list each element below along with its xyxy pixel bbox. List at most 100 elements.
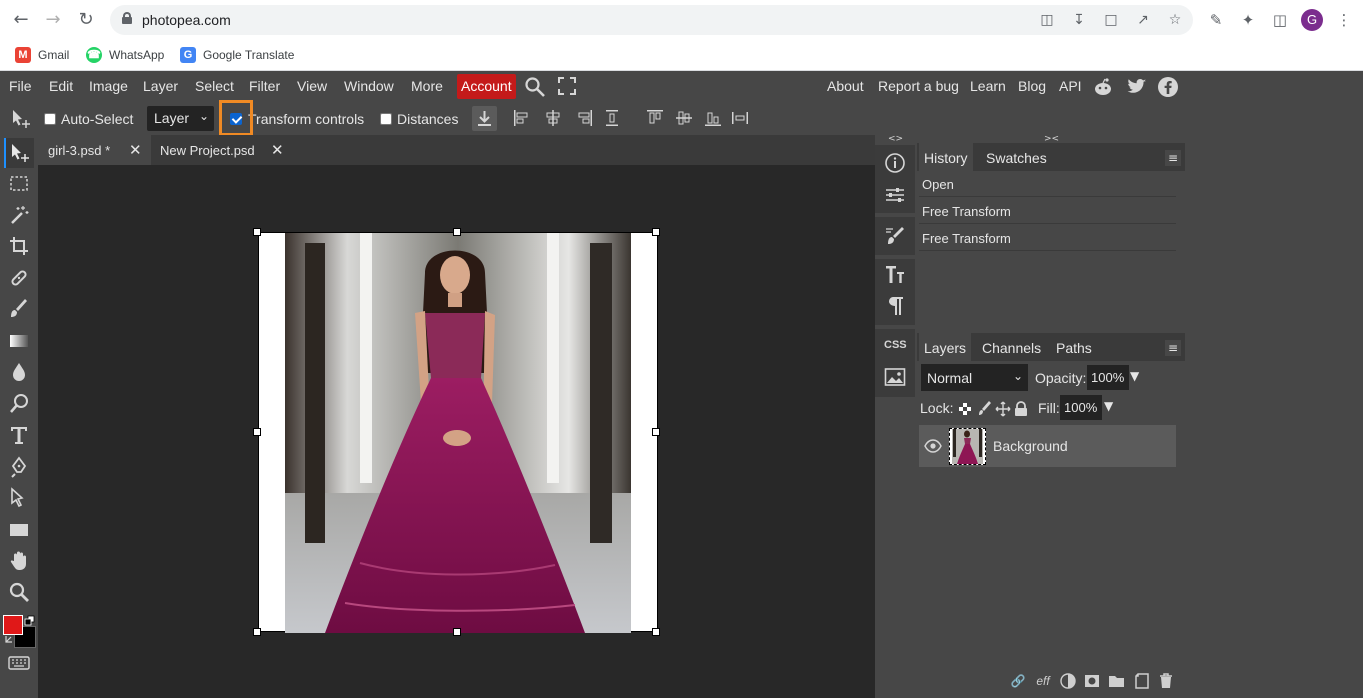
star-icon[interactable]: ☆ [1166,11,1184,29]
auto-select-target-select[interactable]: Layer ⌄ [147,106,214,131]
align-top-icon[interactable] [645,108,665,128]
share-icon[interactable]: ↗ [1134,11,1152,29]
document-canvas[interactable] [258,232,658,633]
tab-paths[interactable]: Paths [1056,340,1092,356]
bookmark-whatsapp[interactable]: ☎ WhatsApp [86,44,164,66]
reset-colors-icon[interactable] [4,635,14,645]
menu-window[interactable]: Window [344,78,394,94]
opacity-dropdown-icon[interactable]: ▼ [1130,369,1139,383]
character-icon[interactable] [884,263,906,287]
layer-row-background[interactable]: Background [919,425,1176,467]
link-blog[interactable]: Blog [1018,78,1046,94]
tab-channels[interactable]: Channels [982,340,1041,356]
adjustment-layer-icon[interactable] [1060,673,1076,689]
fill-input[interactable]: 100% [1060,395,1102,420]
auto-select-checkbox[interactable] [44,113,56,125]
layer-mask-icon[interactable] [1084,673,1100,689]
hand-tool[interactable] [4,546,34,576]
zoom-tool[interactable] [4,577,34,607]
chrome-menu-icon[interactable]: ⋮ [1334,10,1354,30]
bookmark-google-translate[interactable]: G Google Translate [180,44,294,66]
tab-layers[interactable]: Layers [919,333,972,361]
tab-swatches[interactable]: Swatches [986,150,1047,166]
history-row[interactable]: Free Transform [919,225,1176,251]
align-right-icon[interactable] [574,108,594,128]
new-group-folder-icon[interactable] [1108,673,1125,689]
layers-panel-menu-icon[interactable]: ≡ [1165,340,1181,356]
menu-more[interactable]: More [411,78,443,94]
close-icon[interactable]: ✕ [129,141,142,159]
menu-file[interactable]: File [9,78,32,94]
lock-transparency-icon[interactable] [958,402,972,416]
align-left-icon[interactable] [512,108,532,128]
lock-pixels-icon[interactable] [977,401,993,417]
menu-layer[interactable]: Layer [143,78,178,94]
search-icon[interactable] [524,76,546,98]
extensions-puzzle-icon[interactable]: ✦ [1238,10,1258,30]
transform-handle-top[interactable] [453,228,461,236]
gradient-tool[interactable] [4,326,34,356]
tab-new-project[interactable]: New Project.psd [150,135,265,165]
image-icon[interactable] [884,367,906,387]
transform-handle-bottom-right[interactable] [652,628,660,636]
install-app-icon[interactable]: ↧ [1070,11,1088,29]
link-learn[interactable]: Learn [970,78,1006,94]
fullscreen-icon[interactable] [557,76,577,96]
adjustments-icon[interactable] [884,185,906,205]
forward-icon[interactable]: → [41,8,65,32]
history-row[interactable]: Open [919,171,1176,197]
transform-handle-top-right[interactable] [652,228,660,236]
dodge-tool[interactable] [4,389,34,419]
fill-dropdown-icon[interactable]: ▼ [1104,399,1113,413]
eyedropper-extension-icon[interactable]: ✎ [1206,10,1226,30]
transform-handle-top-left[interactable] [253,228,261,236]
eye-icon[interactable] [924,439,942,453]
profile-avatar[interactable]: G [1301,9,1323,31]
lock-position-icon[interactable] [995,401,1011,417]
path-select-tool[interactable] [4,483,34,513]
close-icon[interactable]: ✕ [271,141,284,159]
align-middle-vertical-icon[interactable] [674,108,694,128]
rectangle-tool[interactable] [4,515,34,545]
menu-filter[interactable]: Filter [249,78,280,94]
bookmark-gmail[interactable]: M Gmail [15,44,69,66]
history-panel-menu-icon[interactable]: ≡ [1165,150,1181,166]
marquee-tool[interactable] [4,169,34,199]
blend-mode-select[interactable]: Normal ⌄ [921,364,1028,391]
twitter-icon[interactable] [1126,76,1148,98]
new-layer-icon[interactable] [1134,672,1150,690]
link-layers-icon[interactable]: 🔗 [1009,673,1027,689]
brush-settings-icon[interactable] [884,225,906,247]
distances-checkbox[interactable] [380,113,392,125]
tab-history[interactable]: History [919,143,973,171]
delete-layer-trash-icon[interactable] [1158,672,1174,690]
address-bar[interactable]: photopea.com ◫ ↧ □ ↗ ☆ [110,5,1193,35]
download-button[interactable] [472,106,497,131]
distribute-vertical-icon[interactable] [730,108,750,128]
crop-tool[interactable] [4,231,34,261]
menu-image[interactable]: Image [89,78,128,94]
blur-tool[interactable] [4,357,34,387]
document-icon[interactable]: □ [1102,11,1120,29]
link-about[interactable]: About [827,78,864,94]
menu-select[interactable]: Select [195,78,234,94]
opacity-input[interactable]: 100% [1087,365,1129,390]
reload-icon[interactable]: ↻ [74,8,98,32]
foreground-color-swatch[interactable] [3,615,23,635]
menu-view[interactable]: View [297,78,327,94]
swap-colors-icon[interactable] [24,615,36,627]
transform-handle-right[interactable] [652,428,660,436]
align-bottom-icon[interactable] [703,108,723,128]
transform-handle-left[interactable] [253,428,261,436]
type-tool[interactable] [4,420,34,450]
collapse-strip-icon[interactable]: <> [888,134,903,144]
back-icon[interactable]: ← [9,8,33,32]
link-report-bug[interactable]: Report a bug [878,78,959,94]
align-center-horizontal-icon[interactable] [543,108,563,128]
menu-edit[interactable]: Edit [49,78,73,94]
account-button[interactable]: Account [457,74,516,99]
magic-wand-tool[interactable] [4,200,34,230]
link-api[interactable]: API [1059,78,1082,94]
transform-handle-bottom-left[interactable] [253,628,261,636]
move-tool[interactable] [4,138,34,168]
